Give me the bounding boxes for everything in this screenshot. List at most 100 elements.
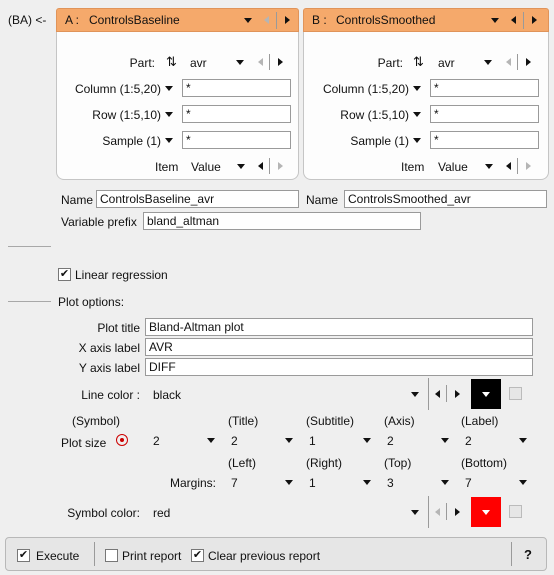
margin-right-dropdown-icon[interactable] xyxy=(363,480,371,485)
panel-b-item-value[interactable]: Value xyxy=(438,160,468,174)
panel-a-sort-icon[interactable]: ⇅ xyxy=(166,54,177,70)
symbol-color-dropdown-icon[interactable] xyxy=(411,510,419,515)
line-color-label: Line color : xyxy=(81,388,140,402)
size-label-value[interactable]: 2 xyxy=(465,434,472,448)
panel-b-next-icon[interactable] xyxy=(532,16,537,24)
size-header-symbol: (Symbol) xyxy=(72,414,121,428)
panel-b-part-value[interactable]: avr xyxy=(438,56,455,70)
margin-top-value[interactable]: 3 xyxy=(387,476,394,490)
margin-left-dropdown-icon[interactable] xyxy=(285,480,293,485)
panel-b-part-next-icon[interactable] xyxy=(526,58,531,66)
symbol-color-prev-icon[interactable] xyxy=(435,508,440,516)
panel-b-name-field[interactable]: ControlsSmoothed_avr xyxy=(344,190,547,208)
line-color-dropdown-icon[interactable] xyxy=(411,392,419,397)
panel-b-part-dropdown-icon[interactable] xyxy=(484,60,492,65)
panel-a-item-prev-icon[interactable] xyxy=(258,162,263,170)
symbol-color-swatch[interactable] xyxy=(471,497,501,527)
execute-checkbox[interactable]: ✔ xyxy=(17,549,30,562)
panel-b-prev-icon[interactable] xyxy=(511,16,516,24)
panel-a-part-prev-icon[interactable] xyxy=(258,58,263,66)
panel-b-item-dropdown-icon[interactable] xyxy=(485,164,493,169)
panel-a-column-field[interactable]: * xyxy=(182,79,291,97)
panel-a-prev-icon[interactable] xyxy=(264,16,269,24)
symbol-color-label: Symbol color: xyxy=(67,506,140,520)
panel-a-next-icon[interactable] xyxy=(285,16,290,24)
target-icon[interactable] xyxy=(116,434,128,446)
panel-a-item-next-icon[interactable] xyxy=(278,162,283,170)
help-button[interactable]: ? xyxy=(524,548,532,562)
size-title-value[interactable]: 2 xyxy=(231,434,238,448)
panel-b-column-dropdown-icon[interactable] xyxy=(413,86,421,91)
line-color-value[interactable]: black xyxy=(153,388,181,402)
panel-b-title: ControlsSmoothed xyxy=(336,13,436,27)
margin-left-value[interactable]: 7 xyxy=(231,476,238,490)
panel-b-name-label: Name xyxy=(306,193,339,207)
size-title-dropdown-icon[interactable] xyxy=(285,438,293,443)
panel-a-column-dropdown-icon[interactable] xyxy=(165,86,173,91)
clear-report-label[interactable]: Clear previous report xyxy=(208,549,320,563)
margin-bottom-dropdown-icon[interactable] xyxy=(519,480,527,485)
size-subtitle-value[interactable]: 1 xyxy=(309,434,316,448)
linear-regression-checkbox[interactable]: ✔ xyxy=(58,268,71,281)
symbol-color-separator-2 xyxy=(446,503,447,520)
panel-b-row-dropdown-icon[interactable] xyxy=(413,112,421,117)
margin-top-dropdown-icon[interactable] xyxy=(441,480,449,485)
panel-b-sample-dropdown-icon[interactable] xyxy=(413,138,421,143)
clear-report-checkbox[interactable]: ✔ xyxy=(191,549,204,562)
plot-options-separator xyxy=(8,301,51,302)
line-color-prev-icon[interactable] xyxy=(435,390,440,398)
panel-a-header[interactable]: A : ControlsBaseline xyxy=(56,8,299,32)
line-color-checkbox[interactable] xyxy=(509,387,522,400)
panel-b-item-prev-icon[interactable] xyxy=(506,162,511,170)
symbol-color-checkbox[interactable] xyxy=(509,505,522,518)
panel-a-row-dropdown-icon[interactable] xyxy=(165,112,173,117)
size-axis-value[interactable]: 2 xyxy=(387,434,394,448)
panel-b-letter: B : xyxy=(312,13,327,27)
symbol-color-value[interactable]: red xyxy=(153,506,170,520)
ba-label: (BA) <- xyxy=(8,13,47,27)
panel-a-dropdown-icon[interactable] xyxy=(244,18,252,23)
panel-b-sort-icon[interactable]: ⇅ xyxy=(413,54,424,70)
panel-a-sample-field[interactable]: * xyxy=(182,131,291,149)
size-label-dropdown-icon[interactable] xyxy=(519,438,527,443)
panel-b-item-next-icon[interactable] xyxy=(526,162,531,170)
panel-a-item-label: Item xyxy=(155,160,179,174)
size-symbol-value[interactable]: 2 xyxy=(153,434,160,448)
panel-a-part-value[interactable]: avr xyxy=(190,56,207,70)
size-subtitle-dropdown-icon[interactable] xyxy=(363,438,371,443)
panel-a-item-value[interactable]: Value xyxy=(191,160,221,174)
panel-a-part-label: Part: xyxy=(129,56,155,70)
panel-a-part-dropdown-icon[interactable] xyxy=(236,60,244,65)
size-symbol-dropdown-icon[interactable] xyxy=(207,438,215,443)
panel-b-dropdown-icon[interactable] xyxy=(491,18,499,23)
panel-b-part-prev-icon[interactable] xyxy=(506,58,511,66)
margin-bottom-value[interactable]: 7 xyxy=(465,476,472,490)
print-report-label[interactable]: Print report xyxy=(122,549,181,563)
panel-a-name-field[interactable]: ControlsBaseline_avr xyxy=(96,190,299,208)
panel-b-sample-label: Sample (1) xyxy=(350,134,409,148)
panel-b-header[interactable]: B : ControlsSmoothed xyxy=(303,8,549,32)
execute-label[interactable]: Execute xyxy=(36,549,79,563)
panel-b-row-field[interactable]: * xyxy=(430,105,539,123)
panel-a-part-next-icon[interactable] xyxy=(278,58,283,66)
line-color-swatch-dropdown-icon[interactable] xyxy=(482,392,490,397)
x-axis-field[interactable]: AVR xyxy=(145,338,533,356)
panel-a-item-dropdown-icon[interactable] xyxy=(237,164,245,169)
panel-b-sample-field[interactable]: * xyxy=(430,131,539,149)
plot-title-field[interactable]: Bland-Altman plot xyxy=(145,318,533,336)
panel-a-sample-dropdown-icon[interactable] xyxy=(165,138,173,143)
line-color-swatch[interactable] xyxy=(471,379,501,409)
panel-a-part-separator xyxy=(269,54,270,70)
panel-a-row-field[interactable]: * xyxy=(182,105,291,123)
panel-b-column-field[interactable]: * xyxy=(430,79,539,97)
line-color-next-icon[interactable] xyxy=(455,390,460,398)
print-report-checkbox[interactable] xyxy=(105,549,118,562)
symbol-color-swatch-dropdown-icon[interactable] xyxy=(482,510,490,515)
margin-header-bottom: (Bottom) xyxy=(461,456,508,470)
linear-regression-label[interactable]: Linear regression xyxy=(75,268,168,282)
symbol-color-next-icon[interactable] xyxy=(455,508,460,516)
y-axis-field[interactable]: DIFF xyxy=(145,358,533,376)
size-axis-dropdown-icon[interactable] xyxy=(441,438,449,443)
margin-right-value[interactable]: 1 xyxy=(309,476,316,490)
variable-prefix-field[interactable]: bland_altman xyxy=(143,212,421,230)
